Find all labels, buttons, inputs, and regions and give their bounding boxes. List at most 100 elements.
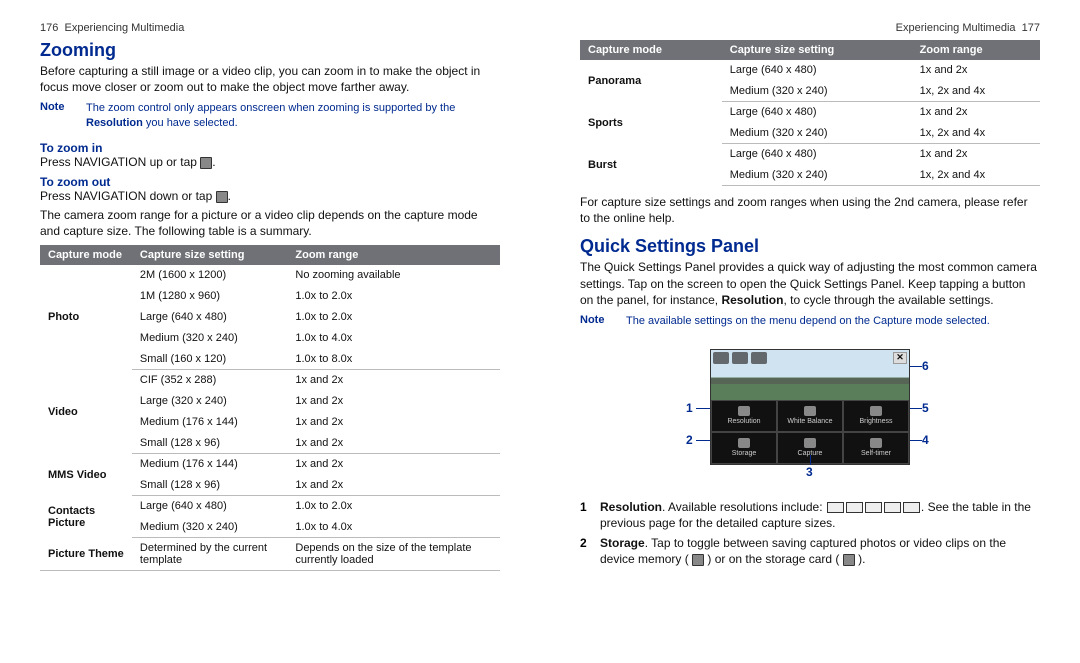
note-label: Note [580,314,626,329]
cell-zoom-range: 1x, 2x and 4x [912,81,1040,102]
heading-zooming: Zooming [40,40,500,61]
table-header-row: Capture mode Capture size setting Zoom r… [580,40,1040,60]
page-header-right: Experiencing Multimedia 177 [580,22,1040,34]
th-zoom-range: Zoom range [287,245,500,265]
cell-zoom-range: 1.0x to 4.0x [287,328,500,349]
zoom-intro: Before capturing a still image or a vide… [40,63,500,95]
table-row: Photo2M (1600 x 1200)No zooming availabl… [40,265,500,286]
th-capture-mode: Capture mode [580,40,722,60]
table-row: SportsLarge (640 x 480)1x and 2x [580,102,1040,123]
cell-capture-size: Small (128 x 96) [132,433,287,454]
resolution-icon [903,502,920,513]
cell-zoom-range: No zooming available [287,265,500,286]
preview-top-icons [713,352,767,364]
resolution-icon [865,502,882,513]
resolution-icon [846,502,863,513]
cell-zoom-range: 1x and 2x [287,454,500,475]
cell-capture-size: Small (128 x 96) [132,475,287,496]
cell-capture-mode: Video [40,370,132,454]
camera-panel-figure: ✕ Resolution White Balance Brightness St… [710,349,910,465]
cell-capture-size: Small (160 x 120) [132,349,287,370]
zoom-range-intro: The camera zoom range for a picture or a… [40,207,500,239]
subhead-zoom-out: To zoom out [40,175,500,189]
cell-zoom-range: Depends on the size of the template curr… [287,538,500,571]
cell-capture-size: Medium (320 x 240) [132,328,287,349]
th-capture-mode: Capture mode [40,245,132,265]
zoom-note: Note The zoom control only appears onscr… [40,101,500,131]
cell-brightness: Brightness [843,400,909,432]
device-memory-icon [692,554,704,566]
zoom-out-instruction: Press NAVIGATION down or tap . [40,189,500,203]
cell-capture-mode: Photo [40,265,132,370]
cell-zoom-range: 1x and 2x [287,391,500,412]
callout-1: 1 [686,401,693,415]
callout-4: 4 [922,433,929,447]
callout-5: 5 [922,401,929,415]
close-icon: ✕ [893,352,907,364]
table-row: Contacts PictureLarge (640 x 480)1.0x to… [40,496,500,517]
cell-capture-size: 1M (1280 x 960) [132,286,287,307]
cell-capture-mode: Picture Theme [40,538,132,571]
table-row: PanoramaLarge (640 x 480)1x and 2x [580,60,1040,81]
cell-capture-size: Large (640 x 480) [722,102,912,123]
cell-capture-size: Medium (176 x 144) [132,412,287,433]
zoom-in-instruction: Press NAVIGATION up or tap . [40,155,500,169]
cell-capture-size: CIF (352 x 288) [132,370,287,391]
cell-capture-size: Large (640 x 480) [132,307,287,328]
cell-capture-size: Large (320 x 240) [132,391,287,412]
cell-zoom-range: 1x and 2x [287,370,500,391]
cell-resolution: Resolution [711,400,777,432]
resolution-icon [827,502,844,513]
cell-zoom-range: 1x, 2x and 4x [912,123,1040,144]
th-capture-size: Capture size setting [132,245,287,265]
cell-capture-mode: Sports [580,102,722,144]
subhead-zoom-in: To zoom in [40,141,500,155]
cell-capture-mode: MMS Video [40,454,132,496]
cell-capture-size: Large (640 x 480) [722,144,912,165]
cell-capture-mode: Panorama [580,60,722,102]
th-zoom-range: Zoom range [912,40,1040,60]
qsp-note: Note The available settings on the menu … [580,314,1040,329]
zoom-out-icon [216,191,228,203]
cell-capture-size: Medium (320 x 240) [722,81,912,102]
page-177: Experiencing Multimedia 177 Capture mode… [540,0,1080,663]
cell-zoom-range: 1x and 2x [912,102,1040,123]
qsp-intro: The Quick Settings Panel provides a quic… [580,259,1040,308]
after-table-note: For capture size settings and zoom range… [580,194,1040,226]
cell-zoom-range: 1.0x to 2.0x [287,286,500,307]
cell-capture-size: Medium (320 x 240) [722,123,912,144]
note-label: Note [40,101,86,131]
cell-capture-mode: Contacts Picture [40,496,132,538]
page-number: 177 [1022,22,1040,34]
callout-2: 2 [686,433,693,447]
section-name: Experiencing Multimedia [64,22,184,34]
cell-capture-size: Large (640 x 480) [722,60,912,81]
cell-zoom-range: 1x and 2x [912,60,1040,81]
table-row: Picture ThemeDetermined by the current t… [40,538,500,571]
cell-zoom-range: 1.0x to 8.0x [287,349,500,370]
note-text: The available settings on the menu depen… [626,314,990,329]
zoom-in-icon [200,157,212,169]
camera-preview: ✕ [711,350,909,400]
cell-storage: Storage [711,432,777,464]
cell-capture-size: Medium (176 x 144) [132,454,287,475]
cell-white-balance: White Balance [777,400,843,432]
quick-settings-figure: ✕ Resolution White Balance Brightness St… [670,339,950,489]
page-number: 176 [40,22,58,34]
legend-item-2: 2 Storage. Tap to toggle between saving … [580,535,1040,567]
table-row: BurstLarge (640 x 480)1x and 2x [580,144,1040,165]
cell-capture-size: Medium (320 x 240) [132,517,287,538]
heading-quick-settings: Quick Settings Panel [580,236,1040,257]
page-176: 176 Experiencing Multimedia Zooming Befo… [0,0,540,663]
section-name: Experiencing Multimedia [896,22,1016,34]
cell-zoom-range: 1.0x to 2.0x [287,307,500,328]
cell-zoom-range: 1x and 2x [912,144,1040,165]
zoom-table-right: Capture mode Capture size setting Zoom r… [580,40,1040,186]
figure-legend: 1 Resolution. Available resolutions incl… [580,499,1040,568]
callout-6: 6 [922,359,929,373]
cell-zoom-range: 1x and 2x [287,433,500,454]
table-row: MMS VideoMedium (176 x 144)1x and 2x [40,454,500,475]
note-text: The zoom control only appears onscreen w… [86,101,500,131]
cell-capture-size: Medium (320 x 240) [722,165,912,186]
table-row: VideoCIF (352 x 288)1x and 2x [40,370,500,391]
